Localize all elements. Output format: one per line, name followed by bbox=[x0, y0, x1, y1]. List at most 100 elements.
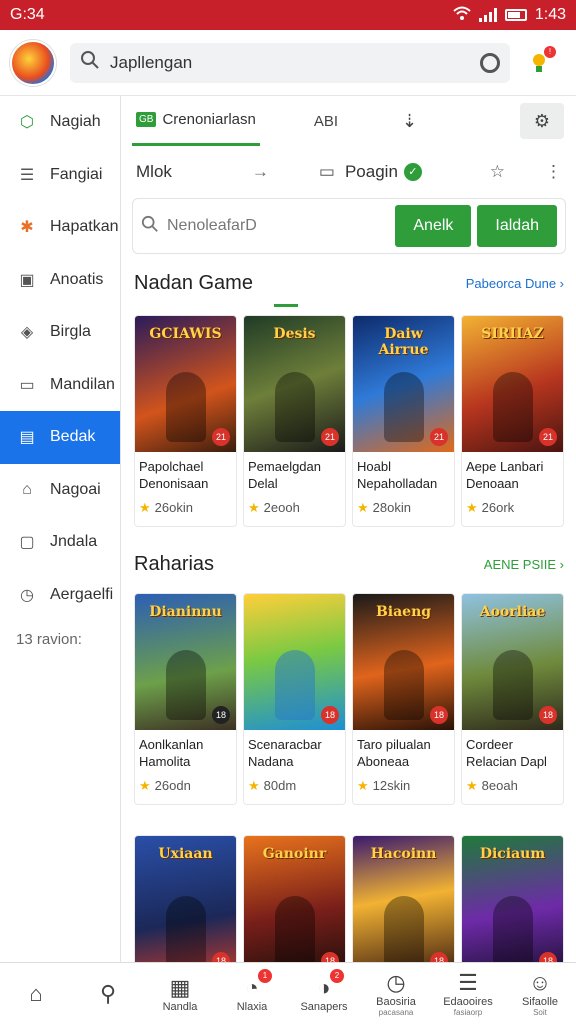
settings-button[interactable]: ⚙ bbox=[520, 103, 564, 139]
cover-title: Hacoinn bbox=[370, 846, 437, 862]
nav-sanapers[interactable]: ◑ 2 Sanapers bbox=[288, 963, 360, 1024]
star-icon[interactable]: ☆ bbox=[490, 162, 505, 182]
sidebar-item-label: Nagoai bbox=[50, 480, 101, 498]
sidebar-item-bedak[interactable]: ▤ Bedak bbox=[0, 411, 120, 464]
game-card[interactable]: Desis 21 Pemaelgdan Delal ★ 2eooh bbox=[243, 315, 346, 527]
nav-edaooires[interactable]: ☰ Edaooires fasiaorp bbox=[432, 963, 504, 1024]
section-title: Raharias bbox=[134, 552, 215, 575]
sidebar-item-label: Mandilan bbox=[50, 375, 115, 393]
nav-sublabel: Soit bbox=[533, 1008, 547, 1017]
game-card[interactable]: Ganoinr 18 bbox=[243, 835, 346, 962]
sidebar-item-fangiai[interactable]: ☰ Fangiai bbox=[0, 149, 120, 202]
game-rating: ★ 28okin bbox=[357, 500, 411, 515]
age-rating-badge: 18 bbox=[539, 952, 557, 962]
notifications-button[interactable]: ! bbox=[524, 45, 556, 78]
tab-abi[interactable]: ABI bbox=[314, 113, 338, 130]
search-bar[interactable]: Japllengan bbox=[70, 42, 510, 83]
bell-icon: ◔ bbox=[245, 974, 259, 1000]
filter-bar: NenoleafarD Anelk Ialdah bbox=[132, 198, 566, 254]
apply-button[interactable]: Anelk bbox=[395, 205, 472, 247]
nav-label: Baosiria bbox=[376, 996, 416, 1008]
main-content: GB Crenoniarlasn ABI ⇣ ⚙ Mlok → ▭ Poagin… bbox=[122, 96, 576, 962]
age-rating-badge: 18 bbox=[430, 706, 448, 724]
game-card[interactable]: Uxiaan 18 bbox=[134, 835, 237, 962]
game-card[interactable]: 18 Scenaracbar Nadana ★ 80dm bbox=[243, 593, 346, 805]
cover-title: Diciaum bbox=[479, 846, 546, 862]
version-label: 13 ravion: bbox=[16, 631, 82, 648]
timer-icon: ◷ bbox=[20, 586, 34, 604]
hexagon-icon: ⬡ bbox=[20, 114, 34, 132]
star-icon: ★ bbox=[139, 500, 151, 515]
game-name: Taro pilualan Aboneaa bbox=[357, 737, 431, 769]
signal-icon bbox=[478, 8, 497, 22]
game-rating: ★ 26okin bbox=[139, 500, 193, 515]
sidebar-item-label: Nagiah bbox=[50, 113, 101, 131]
tab-badge: GB bbox=[136, 112, 157, 127]
nav-sifaolle[interactable]: ☺ Sifaolle Soit bbox=[504, 963, 576, 1024]
voice-search-icon[interactable] bbox=[480, 52, 500, 73]
nav-search[interactable]: ⚲ bbox=[72, 963, 144, 1024]
search-icon bbox=[80, 50, 100, 75]
bookmark-icon[interactable]: ▭ bbox=[319, 162, 335, 182]
game-card[interactable]: Diciaum 18 bbox=[461, 835, 564, 962]
download-icon[interactable]: ⇣ bbox=[402, 111, 417, 132]
age-rating-badge: 18 bbox=[321, 952, 339, 962]
sidebar-item-nagiah[interactable]: ⬡ Nagiah bbox=[0, 96, 120, 149]
sidebar-item-nagoai[interactable]: ⌂ Nagoai bbox=[0, 464, 120, 517]
age-rating-badge: 18 bbox=[212, 952, 230, 962]
sidebar-item-label: Aergaelfi bbox=[50, 585, 114, 603]
game-card[interactable]: Biaeng 18 Taro pilualan Aboneaa ★ 12skin bbox=[352, 593, 455, 805]
game-row-3: Uxiaan 18 Ganoinr 18 Hacoinn 18 Diciaum 18 bbox=[122, 835, 576, 962]
nav-badge: 1 bbox=[258, 969, 272, 983]
game-card[interactable]: Dianinnu 18 Aonlkanlan Hamolita ★ 26odn bbox=[134, 593, 237, 805]
app-logo[interactable] bbox=[10, 39, 56, 86]
login-label[interactable]: Poagin bbox=[345, 162, 398, 182]
age-rating-badge: 21 bbox=[430, 428, 448, 446]
game-card[interactable]: GCIAWIS 21 Papolchael Denonisaan ★ 26okin bbox=[134, 315, 237, 527]
search-icon: ⚲ bbox=[99, 980, 117, 1006]
sidebar-item-aergaelfi[interactable]: ◷ Aergaelfi bbox=[0, 569, 120, 622]
game-cover: 18 bbox=[244, 594, 345, 730]
nav-nandla[interactable]: ▦ Nandla bbox=[144, 963, 216, 1024]
nav-home[interactable]: ⌂ bbox=[0, 963, 72, 1024]
sidebar-item-label: Fangiai bbox=[50, 165, 103, 183]
star-icon: ★ bbox=[248, 500, 260, 515]
sidebar-item-anoatis[interactable]: ▣ Anoatis bbox=[0, 254, 120, 307]
game-card[interactable]: SIRIIAZ 21 Aepe Lanbari Denoaan ★ 26ork bbox=[461, 315, 564, 527]
game-name: Cordeer Relacian Dapl endan bbox=[466, 737, 547, 772]
wifi-icon bbox=[453, 6, 471, 25]
see-more-link[interactable]: AENE PSIIE › bbox=[484, 557, 564, 572]
game-name: Scenaracbar Nadana bbox=[248, 737, 322, 769]
nav-sublabel: fasiaorp bbox=[453, 1008, 483, 1017]
list-icon: ☰ bbox=[458, 970, 478, 995]
search-input[interactable]: Japllengan bbox=[110, 53, 480, 73]
game-card[interactable]: Aoorliae 18 Cordeer Relacian Dapl endan ★… bbox=[461, 593, 564, 805]
more-vert-icon[interactable]: ⋮ bbox=[545, 162, 562, 182]
game-card[interactable]: Daiw Airrue 21 Hoabl Nepaholladan ★ 28okin bbox=[352, 315, 455, 527]
sidebar-item-label: Bedak bbox=[50, 428, 96, 446]
age-rating-badge: 21 bbox=[321, 428, 339, 446]
game-name: Aonlkanlan Hamolita bbox=[139, 737, 204, 769]
tab-crenoniarlasn[interactable]: GB Crenoniarlasn bbox=[132, 96, 260, 146]
nav-nlaxia[interactable]: ◔ 1 Nlaxia bbox=[216, 963, 288, 1024]
status-icons: 1:43 bbox=[453, 6, 566, 25]
submit-button[interactable]: Ialdah bbox=[477, 205, 557, 247]
nav-baosiria[interactable]: ◷ Baosiria pacasana bbox=[360, 963, 432, 1024]
game-card[interactable]: Hacoinn 18 bbox=[352, 835, 455, 962]
toolbar-label[interactable]: Mlok bbox=[136, 162, 172, 182]
arrow-right-icon[interactable]: → bbox=[252, 162, 269, 182]
sidebar-item-jndala[interactable]: ▢ Jndala bbox=[0, 516, 120, 569]
filter-input[interactable]: NenoleafarD bbox=[167, 217, 389, 235]
game-row-2: Dianinnu 18 Aonlkanlan Hamolita ★ 26odn 18… bbox=[122, 593, 576, 805]
check-icon: ✓ bbox=[403, 163, 422, 181]
star-icon: ★ bbox=[466, 500, 478, 515]
sidebar-item-hapatkan[interactable]: ✱ Hapatkan bbox=[0, 201, 120, 254]
sidebar-item-mandilan[interactable]: ▭ Mandilan bbox=[0, 359, 120, 412]
gear-icon: ⚙ bbox=[533, 110, 551, 131]
game-cover: Aoorliae 18 bbox=[462, 594, 563, 730]
see-more-link[interactable]: Pabeorca Dune › bbox=[466, 276, 564, 291]
sidebar-item-label: Hapatkan bbox=[50, 218, 119, 236]
age-rating-badge: 18 bbox=[212, 706, 230, 724]
game-cover: SIRIIAZ 21 bbox=[462, 316, 563, 452]
sidebar-item-birgla[interactable]: ◈ Birgla bbox=[0, 306, 120, 359]
